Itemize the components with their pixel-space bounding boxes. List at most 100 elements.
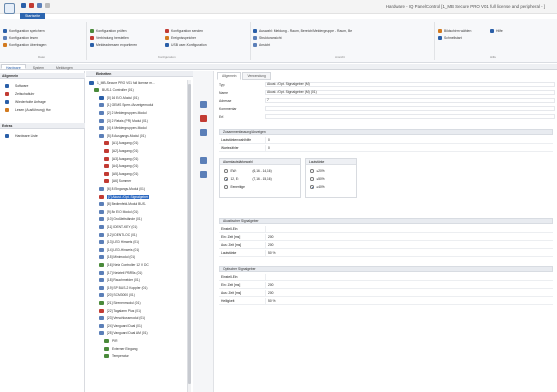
row-label: Lautstärkenwahlhilfe: [221, 138, 252, 142]
nav-item-repeat[interactable]: Wiederholte Anfrage: [5, 98, 46, 105]
tree-item[interactable]: [13] LED Hinweis (01): [86, 239, 193, 246]
extra-input[interactable]: [265, 114, 555, 119]
tab-usage[interactable]: Verwendung: [242, 72, 271, 80]
optical-header[interactable]: Optischer Signalgeber: [219, 266, 553, 272]
tree-item[interactable]: [A2] Ausgang (01): [86, 147, 193, 154]
tab-general[interactable]: Allgemein: [217, 72, 242, 80]
tree-item[interactable]: Temperatur: [86, 353, 193, 360]
nav-item-software[interactable]: Software: [5, 82, 28, 89]
tree-item[interactable]: [24] Vanguard Dual (01): [86, 322, 193, 329]
radio-option[interactable]: Eeneritige: [224, 185, 245, 189]
tree-item[interactable]: [25] Vanguard Dual AM (01): [86, 330, 193, 337]
tree-item[interactable]: [3] 2 Relais (PR) Modul (01): [86, 117, 193, 124]
monitor-button[interactable]: Bildschirm wählen: [438, 28, 471, 34]
address-input[interactable]: 7: [265, 98, 555, 103]
nav-item-timer[interactable]: Zeitschaltuhr: [5, 90, 34, 97]
view-button[interactable]: Ansicht: [253, 42, 270, 48]
radio-option[interactable]: EW: (6,16 - 14,16): [224, 169, 272, 173]
tree-item[interactable]: [15] Minimodul (01): [86, 254, 193, 261]
tree-item[interactable]: [20] SCM3000 (01): [86, 292, 193, 299]
tree-item[interactable]: [5] 8 Ausgangs-Modul (01): [86, 132, 193, 139]
nav-item-hardware-list[interactable]: Hardware Liste: [5, 132, 38, 139]
tree-item[interactable]: [2] 2 Meldergruppen-Modul: [86, 109, 193, 116]
radio-option[interactable]: ≤50%: [310, 177, 325, 181]
tab-system[interactable]: System: [28, 64, 49, 70]
tree-item[interactable]: [A1] Ausgang (01): [86, 140, 193, 147]
section-extras[interactable]: Extras: [0, 123, 85, 129]
help-button[interactable]: Hilfe: [490, 28, 503, 34]
read-config-button[interactable]: Konfiguration lesen: [3, 35, 38, 41]
move-icon[interactable]: [200, 171, 207, 178]
tree-item[interactable]: [10] Großleitstände (01): [86, 216, 193, 223]
box-title: Lautstärke: [306, 159, 356, 165]
save-config-button[interactable]: Konfiguration speichern: [3, 28, 45, 34]
tree-item[interactable]: [0] 16 E/O-Modul (01): [86, 94, 193, 101]
name-input[interactable]: Akust. /Opt. Signalgeber (M) (01): [265, 90, 555, 95]
tree-item[interactable]: [22] Tagalarm Plus (01): [86, 307, 193, 314]
comment-input[interactable]: [265, 106, 555, 111]
row-value[interactable]: 200: [265, 242, 553, 248]
tree-item[interactable]: [18] Rauchmelder (01): [86, 277, 193, 284]
quickstart-button[interactable]: Schnellstart: [438, 35, 462, 41]
tree-item[interactable]: [1] GEMS Sperr-/Anzeigemodul: [86, 102, 193, 109]
radio-option[interactable]: ≥40%: [310, 185, 325, 189]
usb-config-button[interactable]: USB user-Konfiguration: [165, 42, 207, 48]
tree-item[interactable]: [17] Netzteil PBR5s (01): [86, 269, 193, 276]
group-label-help: Hilfe: [490, 55, 497, 59]
tree-item[interactable]: [A5] Ausgang (01): [86, 170, 193, 177]
row-label: Ein: Zeit [ms]: [221, 235, 241, 239]
radio-option[interactable]: 12, E: (7,16 - 15,16): [224, 177, 272, 181]
check-config-button[interactable]: Konfiguration prüfen: [90, 28, 127, 34]
copy-icon[interactable]: [200, 129, 207, 136]
filter-dropdown[interactable]: Auswahl: Meldung - Raum, Bereich/Melderg…: [253, 28, 352, 34]
tree-item[interactable]: Externer Eingang: [86, 345, 193, 352]
device-icon: [99, 209, 104, 214]
tree-item[interactable]: 1_MB-Secure PRO V01 full license m...: [86, 79, 193, 86]
row-value[interactable]: 50 %: [265, 250, 553, 256]
row-value[interactable]: 200: [265, 290, 553, 296]
tree-item[interactable]: [A3] Ausgang (01): [86, 155, 193, 162]
tree-item[interactable]: [6] 8 Eingangs-Modul (01): [86, 185, 193, 192]
tree-item[interactable]: [16] Netz Controller 12 V DC: [86, 261, 193, 268]
export-button[interactable]: Meldeadressen exportieren: [90, 42, 137, 48]
transfer-config-button[interactable]: Konfiguration übertragen: [3, 42, 46, 48]
tree-item[interactable]: [4] 4 Meldergruppen-Modul: [86, 125, 193, 132]
row-value[interactable]: [265, 226, 553, 232]
tree-item[interactable]: [14] LED-Hinweis (01): [86, 246, 193, 253]
tree-item[interactable]: BUS-1 Controller (01): [86, 87, 193, 94]
paste-icon[interactable]: [200, 157, 207, 164]
send-config-button[interactable]: Konfiguration senden: [165, 28, 203, 34]
tree-view-button[interactable]: Strukturansicht: [253, 35, 282, 41]
tab-hardware[interactable]: Hardware: [1, 64, 26, 70]
view-icon: [253, 43, 257, 47]
row-value[interactable]: [265, 274, 553, 280]
radio-option[interactable]: ≤20%: [310, 169, 325, 173]
tree-item[interactable]: [7] Akust. /Opt. Signalgeber: [86, 193, 193, 200]
row-value[interactable]: 200: [265, 282, 553, 288]
row-value[interactable]: 0: [265, 137, 553, 143]
section-general[interactable]: Allgemein: [0, 73, 85, 79]
row-value[interactable]: 0: [265, 145, 553, 151]
tree-item[interactable]: [23] Verschlussmodul (01): [86, 315, 193, 322]
add-icon[interactable]: [200, 101, 207, 108]
overview-header[interactable]: Zusammenfassung/Anzeigen: [219, 129, 553, 135]
event-log-button[interactable]: Ereignisspeicher: [165, 35, 196, 41]
delete-icon[interactable]: [200, 115, 207, 122]
device-icon: [99, 331, 104, 336]
tab-messages[interactable]: Meldungen: [51, 64, 78, 70]
tree-item[interactable]: [21] Sirenenmodul (01): [86, 299, 193, 306]
tree-item[interactable]: [11] IDENT-KEY (01): [86, 223, 193, 230]
row-value[interactable]: 50 %: [265, 298, 553, 304]
connect-button[interactable]: Verbindung herstellen: [90, 35, 129, 41]
tree-item[interactable]: [19] SP BUS-2 Koppler (01): [86, 284, 193, 291]
tree-scrollbar-thumb[interactable]: [188, 84, 191, 384]
tree-item[interactable]: [9] 8x E/O Modul (01): [86, 208, 193, 215]
tree-item[interactable]: [12] IDENTLOC (01): [86, 231, 193, 238]
row-value[interactable]: 200: [265, 234, 553, 240]
tree-item[interactable]: [A4] Ausgang (01): [86, 163, 193, 170]
nav-item-read[interactable]: Lesen (Ausführung) Hw: [5, 106, 51, 113]
tree-item[interactable]: PIR: [86, 337, 193, 344]
tree-item[interactable]: [8] Bedienfeld-Modul BUS-: [86, 201, 193, 208]
acoustic-header[interactable]: Akustischer Signalgeber: [219, 218, 553, 224]
tree-item[interactable]: [A6] Summer: [86, 178, 193, 185]
